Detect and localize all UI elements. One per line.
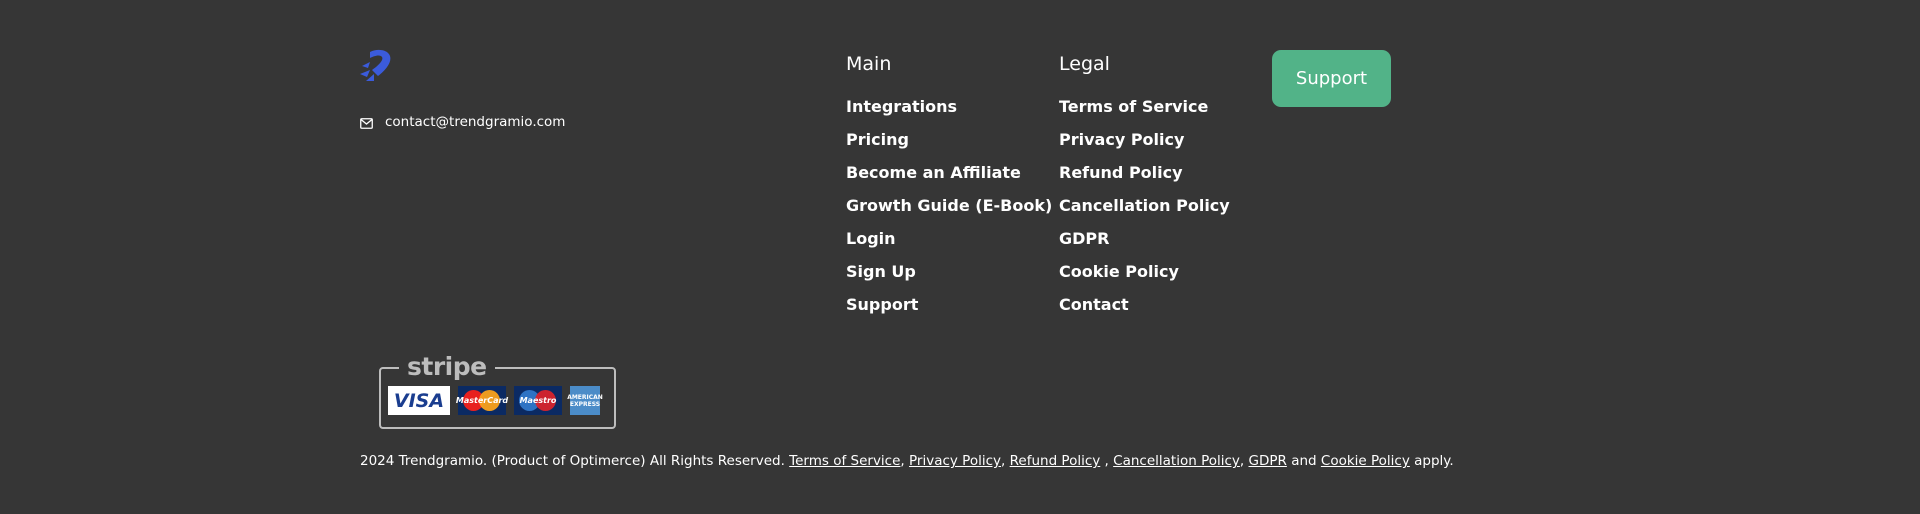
copyright-link-gdpr[interactable]: GDPR (1249, 453, 1287, 469)
copyright-link-cancellation[interactable]: Cancellation Policy (1113, 453, 1240, 469)
contact-email-text: contact@trendgramio.com (385, 114, 566, 130)
contact-email[interactable]: contact@trendgramio.com (360, 114, 565, 130)
footer-link-support[interactable]: Support (846, 288, 1052, 321)
copyright-sep: , (900, 453, 905, 469)
copyright-and: and (1291, 453, 1317, 469)
footer-column-main: Main Integrations Pricing Become an Affi… (846, 52, 1052, 321)
payment-cards: VISA MasterCard Maestro AMERICAN EXPRESS (388, 386, 603, 415)
rocket-logo-icon[interactable] (358, 48, 394, 84)
footer-link-terms[interactable]: Terms of Service (1059, 90, 1230, 123)
copyright-link-privacy[interactable]: Privacy Policy (909, 453, 1001, 469)
copyright-suffix: apply. (1414, 453, 1454, 469)
footer-link-pricing[interactable]: Pricing (846, 123, 1052, 156)
mastercard-label: MasterCard (455, 396, 509, 405)
maestro-card-icon: Maestro (514, 386, 562, 415)
copyright-sep: , (1100, 453, 1109, 469)
footer-link-growth-guide[interactable]: Growth Guide (E-Book) (846, 189, 1052, 222)
footer-link-affiliate[interactable]: Become an Affiliate (846, 156, 1052, 189)
copyright-notice: 2024 Trendgramio. (Product of Optimerce)… (360, 453, 1454, 469)
stripe-payment-badge: stripe VISA MasterCard Maestro AMERICAN … (379, 353, 616, 429)
footer-link-integrations[interactable]: Integrations (846, 90, 1052, 123)
maestro-label: Maestro (519, 396, 557, 405)
footer-link-privacy[interactable]: Privacy Policy (1059, 123, 1230, 156)
copyright-sep: , (1239, 453, 1245, 469)
footer-link-refund[interactable]: Refund Policy (1059, 156, 1230, 189)
footer-link-login[interactable]: Login (846, 222, 1052, 255)
footer-link-sign-up[interactable]: Sign Up (846, 255, 1052, 288)
footer-link-contact[interactable]: Contact (1059, 288, 1230, 321)
mastercard-card-icon: MasterCard (455, 386, 509, 415)
legal-column-heading: Legal (1059, 53, 1110, 75)
stripe-wordmark: stripe (399, 353, 495, 381)
copyright-sep: , (1001, 453, 1006, 469)
amex-card-icon: AMERICAN EXPRESS (567, 386, 603, 415)
visa-card-icon: VISA (388, 386, 450, 415)
support-button[interactable]: Support (1272, 50, 1391, 107)
copyright-link-refund[interactable]: Refund Policy (1010, 453, 1101, 469)
footer-link-cookie[interactable]: Cookie Policy (1059, 255, 1230, 288)
copyright-link-terms[interactable]: Terms of Service (789, 453, 900, 469)
footer-column-legal: Legal Terms of Service Privacy Policy Re… (1059, 52, 1230, 321)
copyright-link-cookie[interactable]: Cookie Policy (1321, 453, 1410, 469)
main-column-heading: Main (846, 53, 892, 75)
copyright-prefix: 2024 Trendgramio. (Product of Optimerce)… (360, 453, 785, 469)
footer-link-cancellation[interactable]: Cancellation Policy (1059, 189, 1230, 222)
site-footer: contact@trendgramio.com Main Integration… (0, 0, 1920, 514)
footer-link-gdpr[interactable]: GDPR (1059, 222, 1230, 255)
mail-icon (360, 117, 373, 129)
